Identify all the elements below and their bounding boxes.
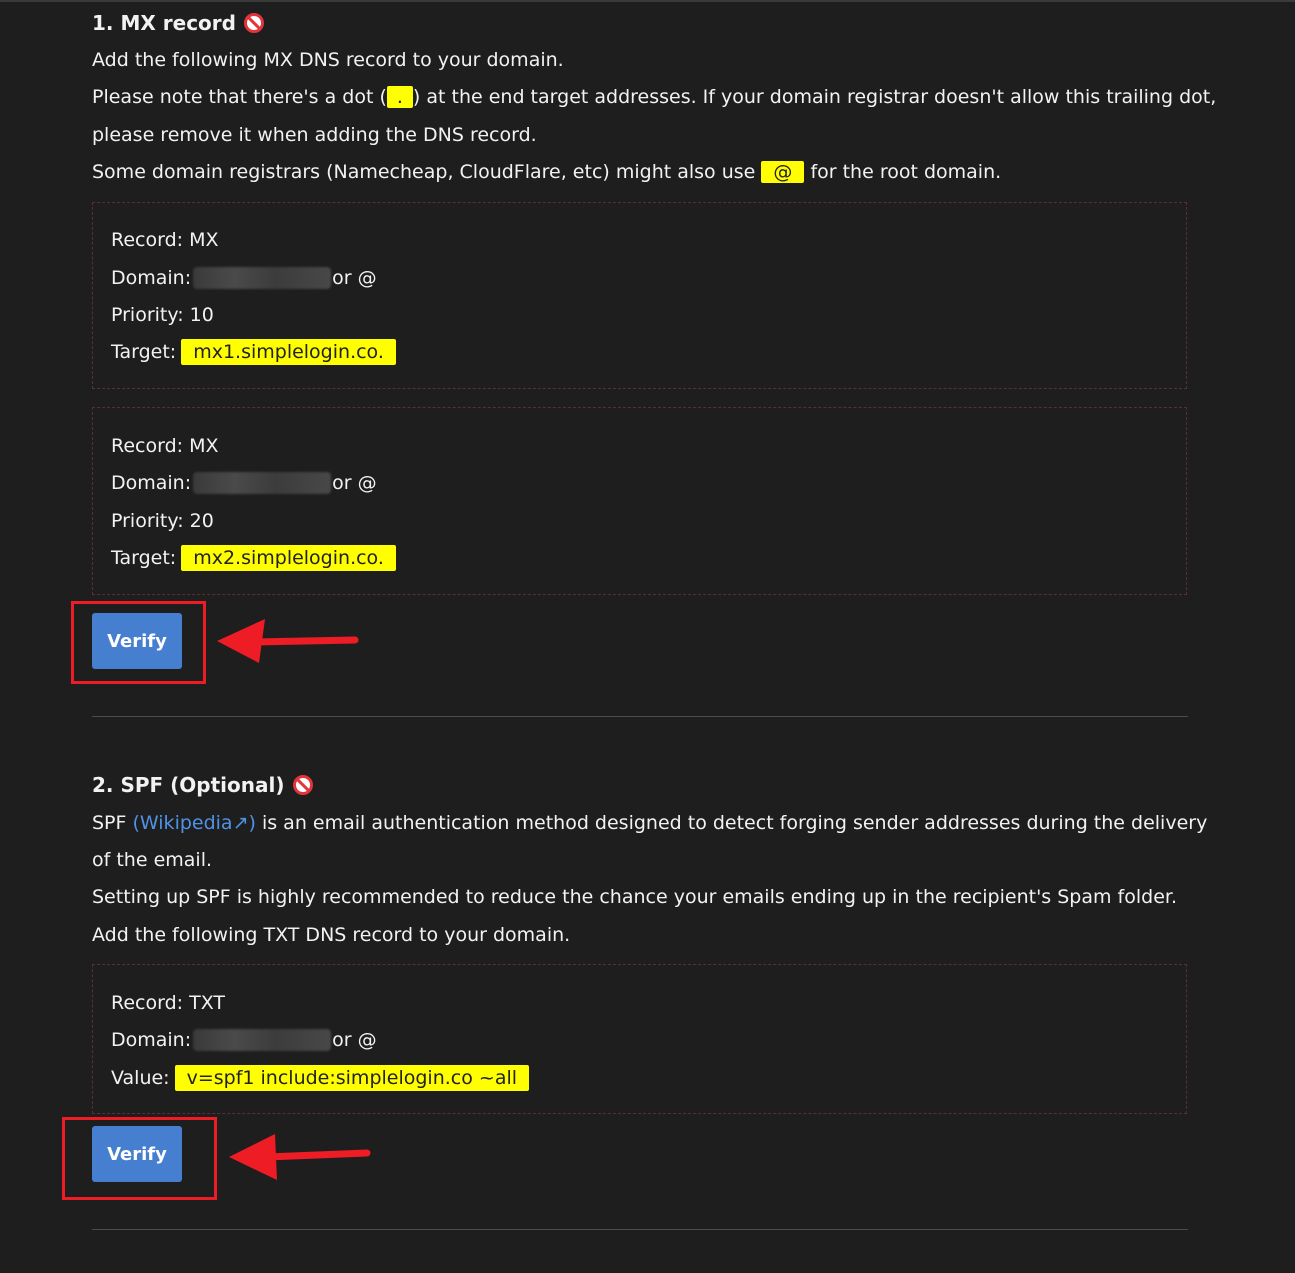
spf-desc-1-post: is an email authentication method design… <box>261 812 1208 834</box>
section-divider <box>92 716 1188 717</box>
mx-record-box-1: Record: MX Domain: or @ Priority: 10 Tar… <box>92 202 1187 389</box>
record-type: Record: MX <box>111 229 219 251</box>
domain-suffix: or @ <box>332 267 377 289</box>
target-label: Target: <box>111 341 177 363</box>
mx-title-text: 1. MX record <box>92 11 236 35</box>
spf-desc-1-pre: SPF <box>92 812 127 834</box>
spf-desc-4: Add the following TXT DNS record to your… <box>92 924 571 946</box>
domain-label: Domain: <box>111 267 192 289</box>
annotation-arrow-spf <box>229 1134 371 1180</box>
mx-desc-2-post: ) at the end target addresses. If your d… <box>412 86 1217 108</box>
redacted-domain <box>193 267 332 289</box>
record-domain: Domain: or @ <box>111 1027 377 1053</box>
redacted-domain <box>193 1029 332 1051</box>
mx-desc-3: please remove it when adding the DNS rec… <box>92 124 537 146</box>
spf-desc-3: Setting up SPF is highly recommended to … <box>92 886 1177 908</box>
record-type: Record: TXT <box>111 992 225 1014</box>
mx-desc-2: Please note that there's a dot (.) at th… <box>92 84 1216 110</box>
record-priority: Priority: 20 <box>111 510 214 532</box>
spf-title-text: 2. SPF (Optional) <box>92 773 285 797</box>
spf-value: v=spf1 include:simplelogin.co ~all <box>174 1065 530 1091</box>
mx-desc-4-post: for the root domain. <box>810 161 1002 183</box>
record-domain: Domain: or @ <box>111 470 377 496</box>
mx-record-box-2: Record: MX Domain: or @ Priority: 20 Tar… <box>92 407 1187 595</box>
spf-record-box: Record: TXT Domain: or @ Value: v=spf1 i… <box>92 964 1187 1114</box>
top-border <box>0 0 1295 2</box>
dot-highlight: . <box>386 86 413 108</box>
spf-desc-1: SPF (Wikipedia↗) is an email authenticat… <box>92 810 1207 836</box>
mx-desc-1: Add the following MX DNS record to your … <box>92 49 564 71</box>
target-value: mx2.simplelogin.co. <box>181 545 396 571</box>
redacted-domain <box>193 472 332 494</box>
annotation-box-spf <box>62 1117 217 1200</box>
mx-desc-4-pre: Some domain registrars (Namecheap, Cloud… <box>92 161 756 183</box>
at-highlight: @ <box>761 161 805 183</box>
mx-section-title: 1. MX record <box>92 10 264 36</box>
wikipedia-link[interactable]: (Wikipedia↗) <box>133 812 256 834</box>
domain-suffix: or @ <box>332 1029 377 1051</box>
prohibited-icon <box>292 775 313 795</box>
record-type: Record: MX <box>111 435 219 457</box>
value-label: Value: <box>111 1067 170 1089</box>
target-value: mx1.simplelogin.co. <box>181 339 396 365</box>
domain-suffix: or @ <box>332 472 377 494</box>
section-divider <box>92 1229 1188 1230</box>
mx-desc-4: Some domain registrars (Namecheap, Cloud… <box>92 159 1001 185</box>
target-label: Target: <box>111 547 177 569</box>
mx-desc-2-pre: Please note that there's a dot ( <box>92 86 387 108</box>
record-target: Target: mx2.simplelogin.co. <box>111 545 396 571</box>
annotation-arrow-mx <box>217 619 359 663</box>
spf-section-title: 2. SPF (Optional) <box>92 772 313 798</box>
record-value: Value: v=spf1 include:simplelogin.co ~al… <box>111 1065 530 1091</box>
domain-label: Domain: <box>111 1029 192 1051</box>
prohibited-icon <box>243 13 264 33</box>
annotation-box-mx <box>71 601 206 684</box>
domain-label: Domain: <box>111 472 192 494</box>
spf-desc-2: of the email. <box>92 849 213 871</box>
record-target: Target: mx1.simplelogin.co. <box>111 339 396 365</box>
record-priority: Priority: 10 <box>111 304 214 326</box>
record-domain: Domain: or @ <box>111 265 377 291</box>
